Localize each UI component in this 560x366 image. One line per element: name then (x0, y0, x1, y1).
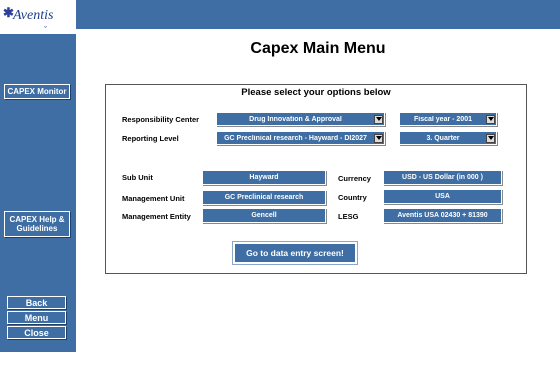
quarter-dropdown[interactable]: 3. Quarter (399, 131, 497, 145)
reporting-level-value: GC Preclinical research - Hayward - DI20… (224, 134, 367, 142)
reporting-level-label: Reporting Level (122, 134, 179, 143)
go-to-data-entry-label: Go to data entry screen! (246, 248, 344, 258)
close-label: Close (24, 327, 49, 338)
management-entity-value: Gencell (202, 208, 326, 223)
management-entity-label: Management Entity (122, 212, 191, 221)
responsibility-center-dropdown[interactable]: Drug Innovation & Approval (216, 112, 385, 126)
management-unit-label: Management Unit (122, 194, 185, 203)
management-unit-value: GC Preclinical research (202, 190, 326, 205)
back-button[interactable]: Back (7, 296, 66, 309)
capex-help-label: CAPEX Help & Guidelines (9, 215, 65, 233)
sub-unit-value: Hayward (202, 170, 326, 185)
quarter-value: 3. Quarter (426, 134, 460, 142)
menu-button[interactable]: Menu (7, 311, 66, 324)
capex-help-button[interactable]: CAPEX Help & Guidelines (4, 211, 70, 237)
currency-value: USD - US Dollar (in 000 ) (383, 170, 502, 185)
go-to-data-entry-button[interactable]: Go to data entry screen! (232, 241, 358, 265)
country-value: USA (383, 189, 502, 204)
lesg-value: Aventis USA 02430 + 81390 (383, 208, 502, 223)
panel-subtitle: Please select your options below (241, 87, 391, 98)
currency-label: Currency (338, 174, 371, 183)
chevron-down-icon (374, 133, 383, 143)
lesg-label: LESG (338, 212, 359, 221)
menu-label: Menu (24, 312, 49, 323)
fiscal-year-dropdown[interactable]: Fiscal year - 2001 (399, 112, 497, 126)
close-button[interactable]: Close (7, 326, 66, 339)
capex-monitor-label: CAPEX Monitor (7, 87, 67, 96)
top-banner (76, 0, 560, 29)
capex-monitor-button[interactable]: CAPEX Monitor (4, 84, 70, 99)
chevron-down-icon (486, 133, 495, 143)
reporting-level-dropdown[interactable]: GC Preclinical research - Hayward - DI20… (216, 131, 385, 145)
logo-text: Aventis (13, 8, 54, 23)
fiscal-year-value: Fiscal year - 2001 (414, 115, 472, 123)
responsibility-center-value: Drug Innovation & Approval (249, 115, 342, 123)
back-label: Back (25, 297, 48, 308)
country-label: Country (338, 193, 367, 202)
chevron-down-icon (374, 114, 383, 124)
sub-unit-label: Sub Unit (122, 173, 153, 182)
chevron-down-icon (486, 114, 495, 124)
logo-tick-icon: ˇ (44, 25, 47, 35)
page-title: Capex Main Menu (250, 40, 386, 57)
bottom-strip (0, 352, 560, 366)
responsibility-center-label: Responsibility Center (122, 115, 200, 124)
